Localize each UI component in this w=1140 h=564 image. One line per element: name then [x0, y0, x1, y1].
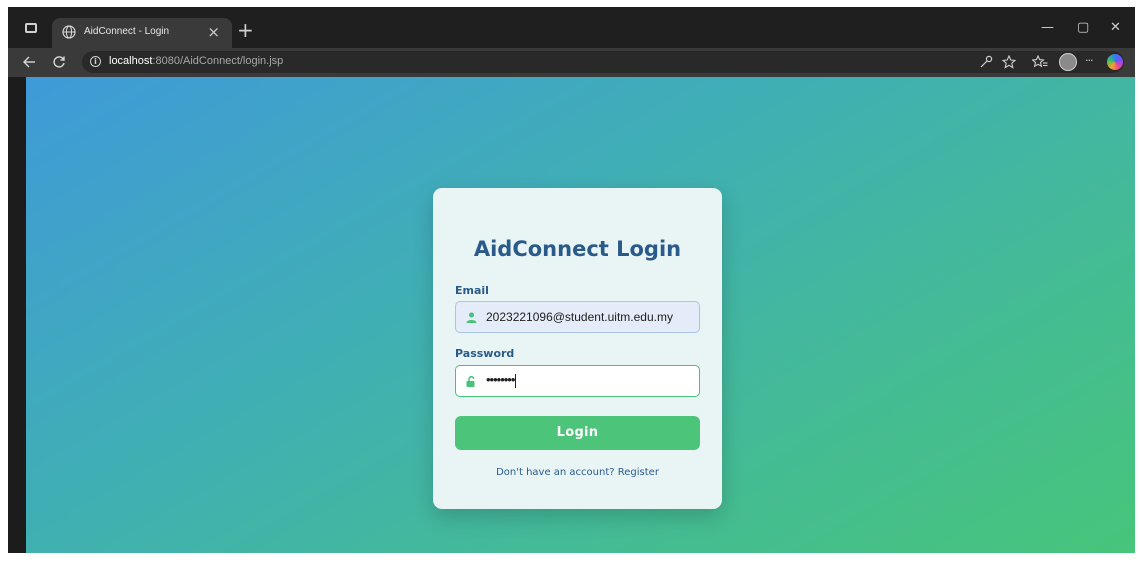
user-icon [466, 312, 477, 323]
reload-icon[interactable] [52, 55, 66, 69]
favorites-icon[interactable] [1032, 55, 1048, 69]
password-value: •••••••• [486, 372, 517, 388]
login-button[interactable]: Login [455, 416, 700, 450]
close-window-icon[interactable]: ✕ [1110, 21, 1121, 35]
register-link[interactable]: Don't have an account? Register [433, 467, 722, 478]
tab-bar: AidConnect - Login × + — ▢ ✕ [8, 7, 1135, 48]
email-field[interactable]: 2023221096@student.uitm.edu.my [455, 301, 700, 333]
copilot-icon[interactable] [1107, 54, 1123, 70]
text-caret [515, 373, 517, 388]
profile-icon[interactable] [1059, 53, 1077, 71]
url-text[interactable]: localhost:8080/AidConnect/login.jsp [109, 55, 283, 67]
page-title: AidConnect Login [473, 237, 682, 261]
restore-icon[interactable]: ▢ [1077, 21, 1089, 35]
password-label: Password [455, 347, 515, 360]
close-tab-icon[interactable]: × [207, 23, 220, 41]
star-icon[interactable] [1002, 55, 1016, 69]
window-icon[interactable] [25, 23, 37, 33]
new-tab-icon[interactable]: + [237, 20, 254, 40]
address-bar[interactable]: i localhost:8080/AidConnect/login.jsp ··… [82, 51, 1124, 73]
page-viewport: AidConnect Login Email 2023221096@studen… [26, 77, 1135, 553]
email-value: 2023221096@student.uitm.edu.my [486, 310, 673, 324]
info-icon[interactable]: i [90, 56, 101, 67]
tab-title: AidConnect - Login [84, 26, 170, 37]
minimize-icon[interactable]: — [1041, 21, 1054, 35]
tab-aidconnect-login[interactable]: AidConnect - Login × [52, 18, 232, 48]
unlock-icon [466, 376, 475, 387]
password-field[interactable]: •••••••• [455, 365, 700, 397]
address-toolbar: i localhost:8080/AidConnect/login.jsp ··… [8, 48, 1135, 77]
key-icon[interactable] [979, 55, 993, 69]
back-icon[interactable] [22, 55, 36, 69]
login-card: AidConnect Login Email 2023221096@studen… [433, 188, 722, 509]
browser-window: AidConnect - Login × + — ▢ ✕ i localhost… [8, 7, 1135, 553]
email-label: Email [455, 284, 489, 297]
more-icon[interactable]: ··· [1085, 54, 1093, 67]
globe-icon [62, 25, 76, 39]
